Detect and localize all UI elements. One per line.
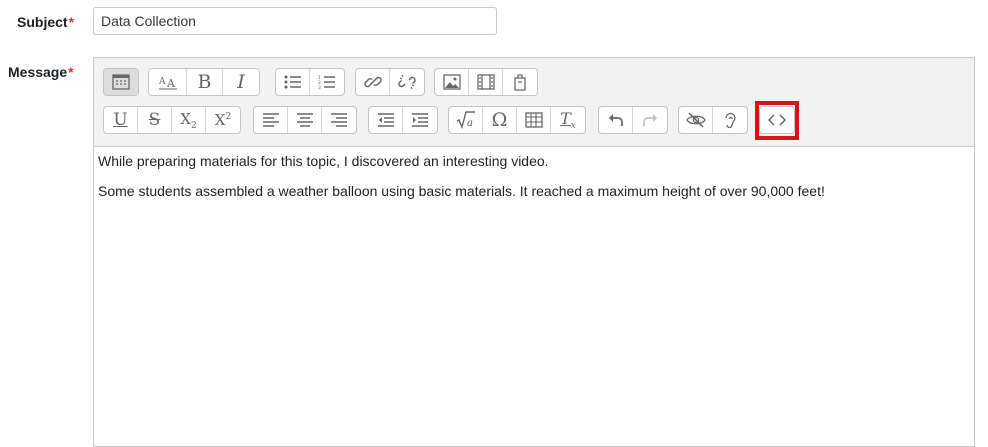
manage-files-button[interactable] [503,69,537,95]
align-center-button[interactable] [288,107,322,133]
toolbar-group-history [598,106,668,134]
underline-icon: U [113,110,128,130]
message-label-text: Message [8,64,68,80]
subscript-button[interactable]: X2 [172,107,206,133]
content-paragraph: Some students assembled a weather balloo… [98,183,825,199]
link-icon [363,76,382,88]
ordered-list-button[interactable]: 1 2 3 [310,69,344,95]
align-left-icon [262,113,279,127]
subscript-icon: X2 [180,110,196,131]
outdent-icon [377,113,394,127]
superscript-button[interactable]: X2 [206,107,240,133]
required-marker: * [68,64,74,80]
special-character-button[interactable]: Ω [483,107,517,133]
editor-content-area[interactable]: While preparing materials for this topic… [98,152,970,200]
toolbar-toggle-icon [112,74,130,90]
svg-text:A: A [158,77,166,87]
toolbar-toggle-button[interactable] [104,69,138,95]
accessibility-checker-button[interactable] [679,107,713,133]
message-editor: A A B I 1 2 3 U S X2 X2 a Ω Tx While pre… [93,57,975,447]
file-manager-icon [514,74,526,91]
toolbar-group-links [355,68,425,96]
clear-formatting-button[interactable]: Tx [551,107,585,133]
toolbar-group-collapse [103,68,139,96]
unlink-button[interactable] [390,69,424,95]
toolbar-group-text-format: U S X2 X2 [103,106,241,134]
italic-icon: I [237,71,245,93]
toolbar-group-source [759,106,795,134]
unlink-icon [398,74,416,90]
strikethrough-button[interactable]: S [138,107,172,133]
toolbar-group-insert: a Ω Tx [448,106,586,134]
clear-formatting-glyph: T [560,108,571,128]
indent-icon [412,113,428,127]
align-right-button[interactable] [322,107,356,133]
message-label: Message* [8,64,74,80]
bold-icon: B [197,71,212,93]
undo-button[interactable] [599,107,633,133]
toolbar-group-style: A A B I [148,68,260,96]
html-source-button[interactable] [760,107,794,133]
strikethrough-icon: S [148,110,161,130]
align-right-icon [331,113,347,127]
insert-media-button[interactable] [469,69,503,95]
required-marker: * [68,14,75,30]
indent-button[interactable] [403,107,437,133]
bold-button[interactable]: B [187,69,223,95]
subject-label: Subject* [17,14,74,30]
redo-icon [643,114,657,126]
numbered-list-icon: 1 2 3 [318,75,335,89]
underline-button[interactable]: U [104,107,138,133]
eye-slash-icon [685,112,706,128]
bullet-list-icon [284,75,301,89]
square-root-icon: a [456,111,475,129]
omega-icon: Ω [491,109,508,131]
editor-toolbar: A A B I 1 2 3 U S X2 X2 a Ω Tx [94,58,974,147]
superscript-icon: X2 [215,111,231,129]
table-button[interactable] [517,107,551,133]
undo-icon [608,114,623,126]
align-left-button[interactable] [254,107,288,133]
toolbar-group-media [434,68,538,96]
italic-button[interactable]: I [223,69,259,95]
table-icon [524,112,543,128]
align-center-icon [296,113,313,127]
svg-text:3: 3 [318,85,321,89]
clear-formatting-icon: Tx [560,109,576,131]
superscript-digit: 2 [225,112,232,122]
insert-image-button[interactable] [435,69,469,95]
subject-label-text: Subject [17,14,68,30]
unordered-list-button[interactable] [276,69,310,95]
film-icon [476,74,495,90]
superscript-glyph: X [214,111,226,129]
toolbar-group-lists: 1 2 3 [275,68,345,96]
font-style-button[interactable]: A A [149,69,187,95]
content-paragraph: While preparing materials for this topic… [98,153,549,169]
screenreader-helper-button[interactable] [713,107,747,133]
toolbar-group-accessibility [678,106,748,134]
svg-text:a: a [467,118,473,129]
clear-formatting-sub: x [570,121,576,132]
outdent-button[interactable] [369,107,403,133]
image-icon [442,74,461,90]
toolbar-group-indent [368,106,438,134]
ear-icon [725,112,736,129]
link-button[interactable] [356,69,390,95]
font-size-icon: A A [158,77,177,90]
subscript-digit: 2 [190,120,197,131]
svg-text:A: A [166,77,176,90]
equation-button[interactable]: a [449,107,483,133]
code-brackets-icon [768,114,786,126]
subscript-glyph: X [180,109,191,128]
subject-input[interactable] [93,7,497,35]
redo-button[interactable] [633,107,667,133]
toolbar-group-alignment [253,106,357,134]
